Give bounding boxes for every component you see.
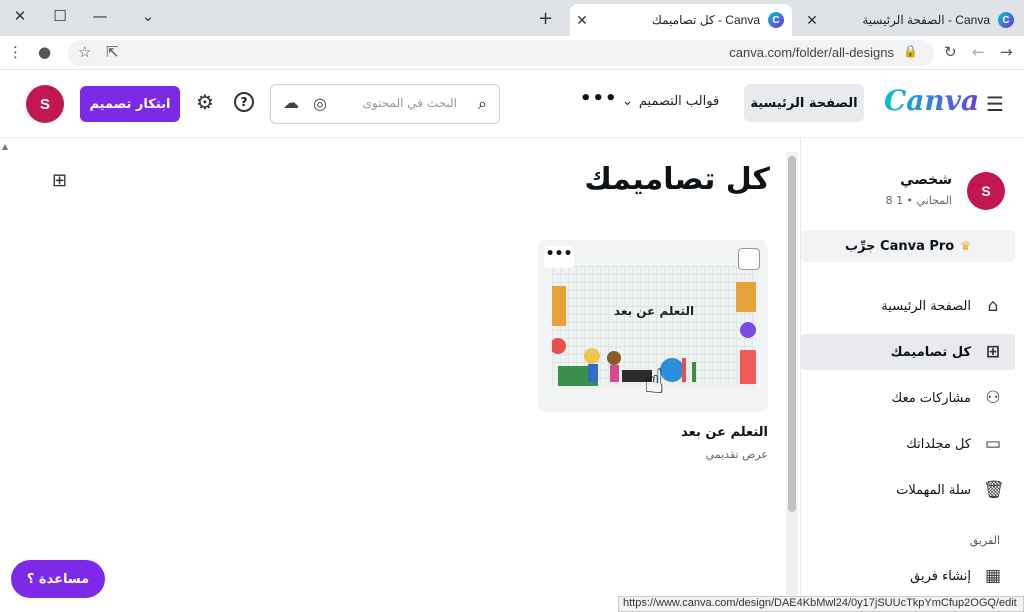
tab-search-icon[interactable]: ⌄ bbox=[128, 0, 168, 32]
folder-icon: ▭ bbox=[984, 434, 1002, 454]
sidebar-item-folders[interactable]: كل مجلداتك ▭ bbox=[801, 426, 1015, 462]
design-type: عرض تقديمي bbox=[705, 448, 768, 461]
sidebar-item-label: مشاركات معك bbox=[891, 390, 971, 406]
search-icon: ⌕ bbox=[478, 94, 487, 113]
sidebar-avatar[interactable]: S bbox=[967, 172, 1005, 210]
close-icon[interactable]: ✕ bbox=[800, 12, 824, 29]
avatar[interactable]: S bbox=[26, 85, 64, 123]
close-window-button[interactable]: ✕ bbox=[0, 0, 40, 32]
hamburger-menu-icon[interactable]: ☰ bbox=[986, 92, 1004, 116]
star-icon[interactable]: ☆ bbox=[78, 43, 91, 61]
grid-view-toggle-icon[interactable]: ⊞ bbox=[52, 170, 67, 191]
search-input[interactable]: ☁ ◎ البحث في المحتوى ⌕ bbox=[270, 84, 500, 124]
canva-logo[interactable]: Canva bbox=[884, 84, 979, 117]
home-icon: ⌂ bbox=[987, 296, 999, 316]
sidebar-item-label: سلة المهملات bbox=[896, 482, 971, 498]
templates-menu[interactable]: ⌄ قوالب التصميم bbox=[622, 94, 719, 109]
sidebar-item-shared[interactable]: مشاركات معك ⚇ bbox=[801, 380, 1015, 416]
sidebar-item-create-team[interactable]: إنشاء فريق ▦ bbox=[801, 558, 1015, 594]
sidebar-item-label: كل مجلداتك bbox=[906, 436, 971, 452]
create-design-button[interactable]: ابتكار تصميم bbox=[80, 86, 180, 122]
sidebar: S شخصي المجاني • 1 8 جرِّب Canva Pro ♛ ا… bbox=[800, 138, 1024, 612]
sidebar-item-home[interactable]: الصفحة الرئيسية ⌂ bbox=[801, 288, 1015, 324]
search-placeholder: البحث في المحتوى bbox=[362, 96, 457, 110]
url-text[interactable]: canva.com/folder/all-designs bbox=[729, 45, 894, 60]
account-name: شخصي bbox=[900, 172, 952, 188]
browser-tab-bar: ✕ ☐ — ⌄ + ✕ كل تصاميمك - Canva C ✕ الصفح… bbox=[0, 0, 1024, 36]
try-pro-label: جرِّب Canva Pro bbox=[844, 238, 955, 254]
canva-favicon-icon: C bbox=[768, 12, 784, 28]
sidebar-item-label: الصفحة الرئيسية bbox=[881, 298, 971, 314]
camera-icon[interactable]: ◎ bbox=[313, 94, 327, 113]
back-icon[interactable]: → bbox=[1000, 43, 1013, 61]
omnibox[interactable]: ☆ ⇱ canva.com/folder/all-designs 🔒 bbox=[68, 40, 934, 66]
new-tab-button[interactable]: + bbox=[538, 8, 553, 29]
tab-home[interactable]: ✕ الصفحة الرئيسية - Canva C bbox=[800, 4, 1022, 36]
sidebar-item-trash[interactable]: سلة المهملات 🗑 bbox=[801, 472, 1015, 508]
lock-icon[interactable]: 🔒 bbox=[903, 44, 918, 58]
profile-icon[interactable]: ● bbox=[38, 43, 51, 61]
building-icon: ▦ bbox=[984, 566, 1002, 586]
address-bar: ⋮ ● ☆ ⇱ canva.com/folder/all-designs 🔒 ↻… bbox=[0, 36, 1024, 70]
maximize-window-button[interactable]: ☐ bbox=[40, 0, 80, 32]
sidebar-item-label: كل تصاميمك bbox=[890, 344, 971, 360]
design-title[interactable]: التعلم عن بعد bbox=[681, 425, 768, 440]
sidebar-item-all-designs[interactable]: كل تصاميمك ⊞ bbox=[801, 334, 1015, 370]
design-more-button[interactable]: ••• bbox=[544, 246, 574, 268]
page-title: كل تصاميمك bbox=[584, 162, 770, 197]
crown-icon: ♛ bbox=[960, 239, 972, 253]
help-button[interactable]: مساعدة ؟ bbox=[11, 560, 105, 598]
select-checkbox[interactable] bbox=[738, 248, 760, 270]
menu-dots-icon[interactable]: ⋮ bbox=[8, 43, 23, 61]
trash-icon: 🗑 bbox=[983, 480, 1005, 500]
help-icon[interactable]: ? bbox=[234, 92, 254, 112]
scrollbar-thumb[interactable] bbox=[788, 156, 796, 512]
upload-cloud-icon[interactable]: ☁ bbox=[283, 93, 299, 112]
more-menu-button[interactable]: ••• bbox=[580, 88, 618, 109]
tab-label: الصفحة الرئيسية - Canva bbox=[862, 13, 990, 27]
home-nav-button[interactable]: الصفحة الرئيسية bbox=[744, 84, 864, 122]
canva-favicon-icon: C bbox=[998, 12, 1014, 28]
reload-icon[interactable]: ↻ bbox=[944, 43, 957, 61]
gear-icon[interactable]: ⚙ bbox=[196, 90, 214, 114]
tab-all-designs[interactable]: ✕ كل تصاميمك - Canva C bbox=[570, 4, 792, 36]
users-icon: ⚇ bbox=[985, 388, 1001, 408]
grid-icon: ⊞ bbox=[985, 342, 1001, 362]
scroll-up-arrow-icon[interactable]: ▲ bbox=[2, 142, 8, 151]
account-plan: المجاني • 1 8 bbox=[885, 194, 952, 207]
close-icon[interactable]: ✕ bbox=[570, 12, 594, 29]
minimize-window-button[interactable]: — bbox=[80, 0, 120, 32]
sidebar-item-label: إنشاء فريق bbox=[910, 568, 971, 584]
try-pro-button[interactable]: جرِّب Canva Pro ♛ bbox=[801, 230, 1015, 262]
share-icon[interactable]: ⇱ bbox=[106, 43, 119, 61]
tab-label: كل تصاميمك - Canva bbox=[652, 13, 760, 27]
hand-cursor-icon: ☝ bbox=[644, 362, 665, 402]
status-bar-url: https://www.canva.com/design/DAE4KbMwl24… bbox=[618, 596, 1024, 612]
chevron-down-icon: ⌄ bbox=[622, 94, 633, 109]
team-section-heading: الفريق bbox=[969, 534, 1000, 547]
forward-icon[interactable]: ← bbox=[972, 43, 985, 61]
templates-label: قوالب التصميم bbox=[638, 94, 720, 109]
